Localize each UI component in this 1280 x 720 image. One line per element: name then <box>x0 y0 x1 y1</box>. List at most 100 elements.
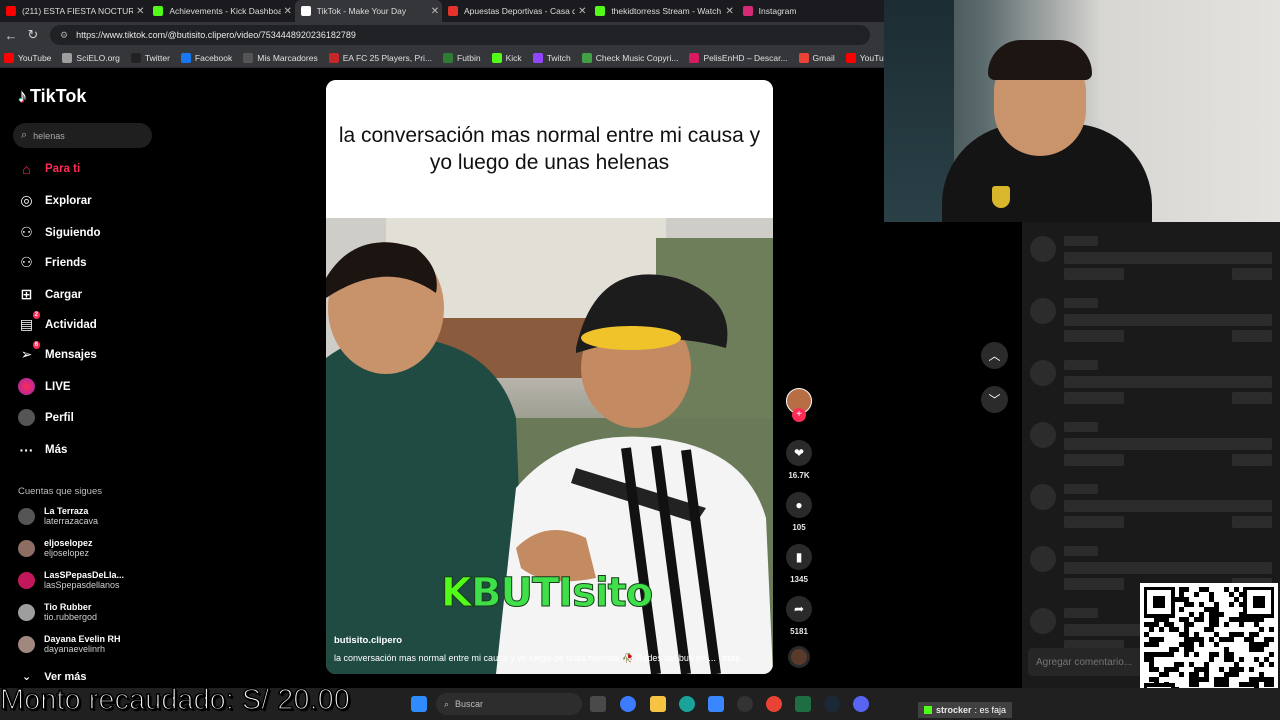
nav-item[interactable]: ⊞ Cargar <box>18 286 82 303</box>
search-input[interactable] <box>33 130 134 141</box>
excel-icon[interactable] <box>795 696 811 712</box>
windows-start-icon[interactable] <box>411 696 427 712</box>
skeleton-line <box>1064 454 1124 466</box>
nav-glyph: ··· <box>19 441 34 458</box>
nav-item[interactable]: ➢ 6 Mensajes <box>18 341 97 363</box>
browser-tab[interactable]: (211) ESTA FIESTA NOCTURNA El✕ <box>0 0 147 22</box>
comment-icon[interactable]: ● <box>786 492 812 518</box>
browser-tab[interactable]: Achievements - Kick Dashboard ✕ <box>147 0 294 22</box>
following-account[interactable]: Tio Rubber tio.rubbergod <box>18 602 97 622</box>
bookmark-item[interactable]: YouTube <box>4 52 51 63</box>
url-field[interactable]: ⚙ https://www.tiktok.com/@butisito.clipe… <box>50 25 870 45</box>
browser-tab[interactable]: thekidtorress Stream - Watch Liv ✕ <box>589 0 736 22</box>
search-box[interactable]: ⌕ <box>13 123 152 148</box>
browser-tab-strip: (211) ESTA FIESTA NOCTURNA El✕Achievemen… <box>0 0 884 22</box>
tiktok-logo[interactable]: ♪ TikTok <box>18 86 86 107</box>
music-disc[interactable] <box>786 646 812 668</box>
avatar <box>18 539 35 557</box>
tiktok-logo-text: TikTok <box>30 86 87 106</box>
video-player[interactable]: la conversación mas normal entre mi caus… <box>326 80 773 674</box>
bookmark-item[interactable]: PelisEnHD – Descar... <box>689 52 788 63</box>
notification-badge: 2 <box>32 311 40 319</box>
messages-icon: ➢ 6 <box>18 341 40 363</box>
browser-tab[interactable]: Apuestas Deportivas - Casa de A✕ <box>442 0 589 22</box>
nav-item[interactable]: ▤ 2 Actividad <box>18 311 97 333</box>
save-button[interactable]: ▮ 1345 <box>786 544 812 584</box>
skeleton-line <box>1064 438 1272 450</box>
bookmark-item[interactable]: Facebook <box>180 52 232 63</box>
bookmark-item[interactable]: Twitch <box>532 52 571 63</box>
account-handle: dayanaevelinrh <box>44 644 106 654</box>
nav-item[interactable]: ● Perfil <box>18 409 74 426</box>
share-icon[interactable]: ➦ <box>786 596 812 622</box>
follow-plus-icon[interactable]: + <box>792 408 806 422</box>
bookmark-item[interactable]: Mis Marcadores <box>243 52 318 63</box>
nav-item[interactable]: ◎ Explorar <box>18 192 92 209</box>
betting-icon <box>447 6 458 16</box>
bookmark-item[interactable]: Kick <box>491 52 522 63</box>
previous-video-button[interactable]: ︿ <box>981 342 1008 369</box>
like-button[interactable]: ❤ 16.7K <box>786 440 812 480</box>
skeleton-line <box>1232 330 1272 342</box>
discord-icon[interactable] <box>853 696 869 712</box>
reload-icon[interactable]: ↻ <box>22 27 44 43</box>
comment-box[interactable] <box>1028 648 1146 676</box>
back-arrow-icon[interactable]: ← <box>0 28 22 43</box>
store-icon[interactable] <box>708 696 724 712</box>
chrome-icon[interactable] <box>766 696 782 712</box>
browser-tab[interactable]: Instagram <box>737 0 884 22</box>
nav-label: Explorar <box>45 194 92 207</box>
video-username[interactable]: butisito.clipero <box>334 635 402 646</box>
bookmark-item[interactable]: Check Music Copyri... <box>581 52 678 63</box>
live-icon: ● <box>18 378 35 395</box>
taskbar-search[interactable]: ⌕ Buscar <box>436 693 582 715</box>
nav-label: Perfil <box>45 411 74 424</box>
nav-item[interactable]: ⌂ Para ti <box>18 160 80 177</box>
bookmark-icon[interactable]: ▮ <box>786 544 812 570</box>
more-link[interactable]: más <box>722 653 740 663</box>
bookmark-item[interactable]: EA FC 25 Players, Pri... <box>328 52 432 63</box>
next-video-button[interactable]: ﹀ <box>981 386 1008 413</box>
bookmark-item[interactable]: SciELO.org <box>62 52 120 63</box>
following-account[interactable]: LasSPepasDeLla... lasSpepasdellanos <box>18 570 124 590</box>
following-account[interactable]: Dayana Evelin RH dayanaevelinrh <box>18 634 121 654</box>
nav-item[interactable]: ⚇ Siguiendo <box>18 224 100 241</box>
site-info-icon[interactable]: ⚙ <box>60 30 68 41</box>
comment-input[interactable] <box>1036 656 1144 668</box>
close-tab-icon[interactable]: ✕ <box>723 6 737 17</box>
bookmark-item[interactable]: Twitter <box>130 52 170 63</box>
task-view-icon[interactable] <box>590 696 606 712</box>
obs-icon[interactable] <box>737 696 753 712</box>
video-description-text: la conversación mas normal entre mi caus… <box>334 653 716 663</box>
file-explorer-icon[interactable] <box>650 696 666 712</box>
bookmarks-bar: YouTube SciELO.org Twitter Facebook Mis Marc… <box>0 48 893 68</box>
steam-icon[interactable] <box>824 696 840 712</box>
nav-item[interactable]: ● LIVE <box>18 378 71 395</box>
close-tab-icon[interactable]: ✕ <box>428 6 442 17</box>
tab-title: thekidtorress Stream - Watch Liv <box>611 6 723 16</box>
following-account[interactable]: eljoselopez eljoselopez <box>18 538 93 558</box>
close-tab-icon[interactable]: ✕ <box>575 6 589 17</box>
edge-icon[interactable] <box>679 696 695 712</box>
close-tab-icon[interactable]: ✕ <box>281 6 295 17</box>
bookmark-item[interactable]: Futbin <box>443 52 481 63</box>
following-account[interactable]: La Terraza laterrazacava <box>18 506 98 526</box>
heart-icon[interactable]: ❤ <box>786 440 812 466</box>
comment-button[interactable]: ● 105 <box>786 492 812 532</box>
close-tab-icon[interactable]: ✕ <box>133 6 147 17</box>
skeleton-line <box>1064 236 1098 246</box>
music-disc-icon[interactable] <box>788 646 810 668</box>
browser-tab[interactable]: TikTok - Make Your Day ✕ <box>294 0 442 22</box>
creator-avatar-button[interactable]: + <box>786 388 812 422</box>
nav-item[interactable]: ⚇ Friends <box>18 254 86 271</box>
share-button[interactable]: ➦ 5181 <box>786 596 812 636</box>
skeleton-line <box>1232 516 1272 528</box>
nav-item[interactable]: ··· Más <box>18 441 68 458</box>
see-more-link[interactable]: ⌄ Ver más <box>22 670 86 683</box>
skeleton-avatar <box>1030 236 1056 262</box>
bookmark-item[interactable]: Gmail <box>798 52 835 63</box>
copilot-icon[interactable] <box>620 696 636 712</box>
bookmark-favicon-icon <box>845 52 856 63</box>
skeleton-avatar <box>1030 360 1056 386</box>
avatar <box>18 507 35 525</box>
